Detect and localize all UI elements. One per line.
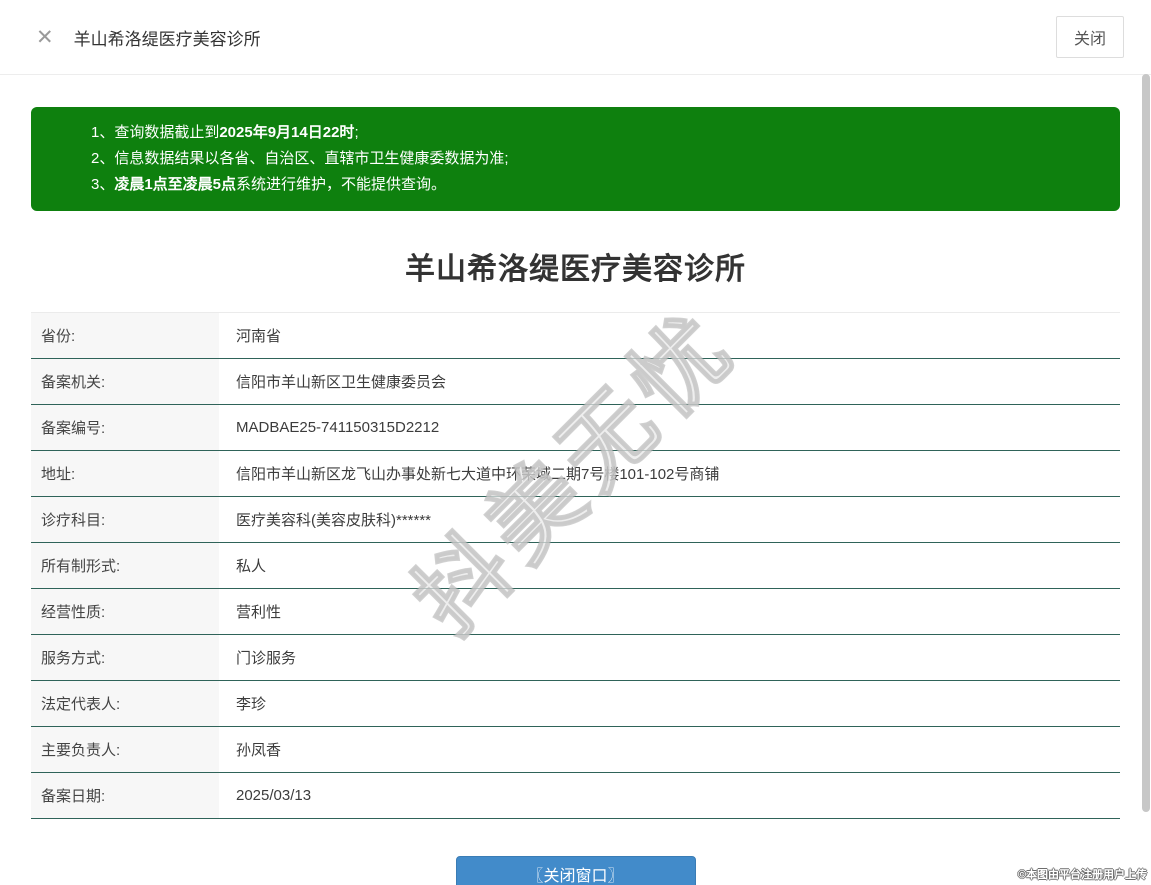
row-label: 所有制形式: bbox=[31, 543, 219, 588]
row-label: 主要负责人: bbox=[31, 727, 219, 772]
row-label: 备案机关: bbox=[31, 359, 219, 404]
table-row-filing-authority: 备案机关: 信阳市羊山新区卫生健康委员会 bbox=[31, 359, 1120, 405]
table-row-ownership: 所有制形式: 私人 bbox=[31, 543, 1120, 589]
row-value: 2025/03/13 bbox=[219, 773, 1120, 818]
notice-text: ; bbox=[354, 124, 359, 141]
main-content: 1、查询数据截止到2025年9月14日22时; 2、信息数据结果以各省、自治区、… bbox=[0, 107, 1151, 885]
notice-line: 1、查询数据截止到2025年9月14日22时; bbox=[91, 120, 1100, 146]
table-row-filing-date: 备案日期: 2025/03/13 bbox=[31, 773, 1120, 819]
header-close-button[interactable]: 关闭 bbox=[1055, 16, 1124, 58]
notice-line: 2、信息数据结果以各省、自治区、直辖市卫生健康委数据为准; bbox=[91, 146, 1100, 172]
row-label: 地址: bbox=[31, 451, 219, 496]
close-window-button[interactable]: 〖关闭窗口〗 bbox=[455, 856, 696, 885]
row-label: 诊疗科目: bbox=[31, 497, 219, 542]
row-value: 李珍 bbox=[219, 681, 1120, 726]
notice-text: 3、 bbox=[91, 176, 115, 193]
row-label: 经营性质: bbox=[31, 589, 219, 634]
button-area: 〖关闭窗口〗 bbox=[31, 856, 1120, 885]
notice-bold-text: 2025年9月14日22时 bbox=[219, 124, 355, 141]
table-row-filing-number: 备案编号: MADBAE25-741150315D2212 bbox=[31, 405, 1120, 451]
row-value: 营利性 bbox=[219, 589, 1120, 634]
header: ✕ 羊山希洛缇医疗美容诊所 关闭 bbox=[0, 0, 1151, 75]
table-row-principal: 主要负责人: 孙凤香 bbox=[31, 727, 1120, 773]
notice-text: 系统进行维护，不能提供查询。 bbox=[236, 176, 447, 193]
row-value: 信阳市羊山新区龙飞山办事处新七大道中环荣域二期7号楼101-102号商铺 bbox=[219, 451, 1120, 496]
notice-text: 1、查询数据截止到 bbox=[91, 124, 220, 141]
table-row-business-nature: 经营性质: 营利性 bbox=[31, 589, 1120, 635]
page-title: 羊山希洛缇医疗美容诊所 bbox=[405, 253, 746, 286]
notice-box: 1、查询数据截止到2025年9月14日22时; 2、信息数据结果以各省、自治区、… bbox=[31, 107, 1120, 211]
notice-bold-text: 凌晨1点至凌晨5点 bbox=[114, 176, 237, 193]
table-row-medical-subjects: 诊疗科目: 医疗美容科(美容皮肤科)****** bbox=[31, 497, 1120, 543]
row-value: 私人 bbox=[219, 543, 1120, 588]
table-row-province: 省份: 河南省 bbox=[31, 313, 1120, 359]
table-row-service-mode: 服务方式: 门诊服务 bbox=[31, 635, 1120, 681]
row-label: 服务方式: bbox=[31, 635, 219, 680]
info-table: 省份: 河南省 备案机关: 信阳市羊山新区卫生健康委员会 备案编号: MADBA… bbox=[31, 312, 1120, 819]
row-value: 信阳市羊山新区卫生健康委员会 bbox=[219, 359, 1120, 404]
row-value: 门诊服务 bbox=[219, 635, 1120, 680]
vertical-scrollbar[interactable] bbox=[1142, 74, 1150, 812]
row-value: MADBAE25-741150315D2212 bbox=[219, 405, 1120, 450]
table-row-legal-representative: 法定代表人: 李珍 bbox=[31, 681, 1120, 727]
notice-line: 3、凌晨1点至凌晨5点系统进行维护，不能提供查询。 bbox=[91, 172, 1100, 198]
row-label: 省份: bbox=[31, 313, 219, 358]
row-label: 备案编号: bbox=[31, 405, 219, 450]
notice-text: 2、信息数据结果以各省、自治区、直辖市卫生健康委数据为准; bbox=[91, 150, 509, 167]
row-value: 医疗美容科(美容皮肤科)****** bbox=[219, 497, 1120, 542]
row-label: 法定代表人: bbox=[31, 681, 219, 726]
row-value: 孙凤香 bbox=[219, 727, 1120, 772]
header-title: 羊山希洛缇医疗美容诊所 bbox=[73, 29, 261, 49]
close-x-icon[interactable]: ✕ bbox=[36, 27, 54, 48]
row-value: 河南省 bbox=[219, 313, 1120, 358]
row-label: 备案日期: bbox=[31, 773, 219, 818]
table-row-address: 地址: 信阳市羊山新区龙飞山办事处新七大道中环荣域二期7号楼101-102号商铺 bbox=[31, 451, 1120, 497]
upload-credit-text: ©本图由平台注册用户上传 bbox=[1017, 869, 1147, 881]
